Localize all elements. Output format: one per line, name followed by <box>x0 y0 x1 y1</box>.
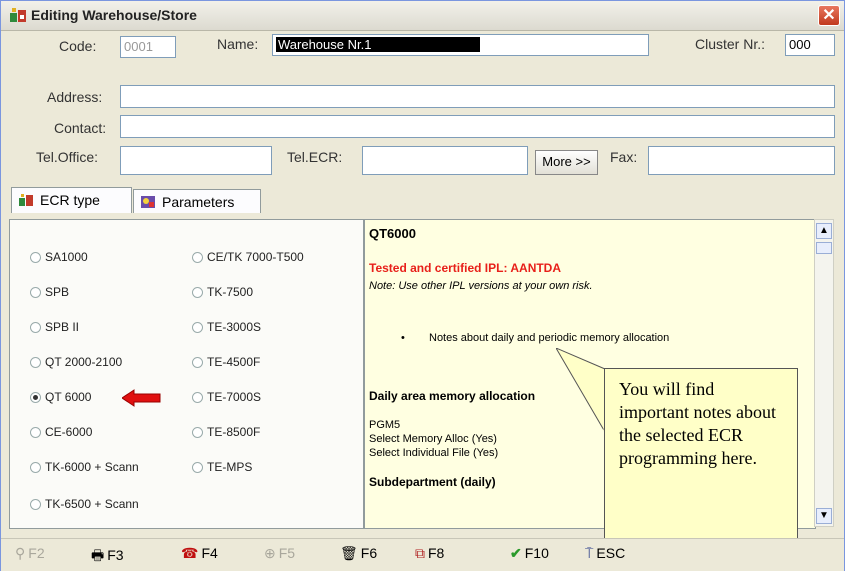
notes-bullet-icon: • <box>401 332 405 344</box>
cluster-label: Cluster Nr.: <box>695 36 766 52</box>
trash-icon: 🗑 <box>340 545 358 561</box>
esc-button[interactable]: ⍑ ESC <box>585 545 625 562</box>
tel-ecr-field[interactable] <box>362 146 528 175</box>
phone-icon: ☎ <box>181 545 199 561</box>
tel-ecr-label: Tel.ECR: <box>287 149 343 165</box>
f6-button[interactable]: 🗑 F6 <box>340 545 377 562</box>
name-field[interactable]: Warehouse Nr.1 <box>272 34 649 56</box>
tab-parameters-label: Parameters <box>162 194 235 210</box>
zoom-icon: ⊕ <box>264 545 276 561</box>
parameters-icon <box>141 196 155 208</box>
f3-button[interactable]: 🖶 F3 <box>91 545 124 569</box>
tel-office-field[interactable] <box>120 146 272 175</box>
f8-button[interactable]: ⧉ F8 <box>415 545 444 562</box>
ecr-type-panel: SA1000 SPB SPB II QT 2000-2100 QT 6000 C… <box>9 219 364 529</box>
contact-label: Contact: <box>54 120 107 136</box>
f2-button[interactable]: ⚲ F2 <box>15 545 45 562</box>
contact-field[interactable] <box>120 115 835 138</box>
notes-warning: Note: Use other IPL versions at your own… <box>369 280 593 292</box>
notes-line-individual-file: Select Individual File (Yes) <box>369 447 499 459</box>
scroll-down-icon[interactable]: ▼ <box>816 508 832 524</box>
code-label: Code: <box>59 38 97 54</box>
tab-parameters[interactable]: Parameters <box>133 189 261 213</box>
address-label: Address: <box>47 89 103 105</box>
warehouse-app-icon <box>10 8 26 22</box>
cluster-field[interactable]: 000 <box>785 34 835 56</box>
fax-label: Fax: <box>610 149 638 165</box>
tel-office-label: Tel.Office: <box>36 149 98 165</box>
info-callout: You will find important notes about the … <box>604 368 798 546</box>
scroll-up-icon[interactable]: ▲ <box>816 223 832 239</box>
close-button[interactable]: ✕ <box>818 5 840 26</box>
checkmark-icon: ✔ <box>510 545 522 561</box>
printer-icon: 🖶 <box>91 547 105 563</box>
bottom-toolbar: ⚲ F2 🖶 F3 ☎ F4 ⊕ F5 🗑 F6 ⧉ F8 ✔ F10 ⍑ ESC <box>1 538 844 571</box>
notes-certified-ipl: Tested and certified IPL: AANTDA <box>369 261 562 275</box>
notes-line-memory-alloc: Select Memory Alloc (Yes) <box>369 433 497 445</box>
notes-scrollbar[interactable]: ▲ ▼ <box>814 219 834 527</box>
code-field[interactable]: 0001 <box>120 36 176 58</box>
copy-icon: ⧉ <box>415 545 425 561</box>
notes-line-pgm5: PGM5 <box>369 419 401 431</box>
name-label: Name: <box>217 36 259 52</box>
notes-daily-heading: Daily area memory allocation <box>369 389 536 403</box>
fax-field[interactable] <box>648 146 835 175</box>
tab-ecr-type[interactable]: ECR type <box>11 187 132 213</box>
f4-button[interactable]: ☎ F4 <box>181 545 218 562</box>
ecr-icon <box>19 194 33 206</box>
notes-subdepartment: Subdepartment (daily) <box>369 475 496 489</box>
f5-button[interactable]: ⊕ F5 <box>264 545 295 562</box>
name-value: Warehouse Nr.1 <box>276 37 480 52</box>
red-arrow-icon <box>122 389 161 407</box>
title-bar: Editing Warehouse/Store ✕ <box>1 1 844 31</box>
notes-bullet-text: Notes about daily and periodic memory al… <box>429 332 670 344</box>
address-field[interactable] <box>120 85 835 108</box>
notes-heading: QT6000 <box>369 226 416 241</box>
window-title: Editing Warehouse/Store <box>31 7 197 23</box>
more-button[interactable]: More >> <box>535 150 598 175</box>
close-icon: ✕ <box>822 7 836 24</box>
exit-icon: ⍑ <box>585 545 594 561</box>
key-icon: ⚲ <box>15 545 26 561</box>
tab-ecr-type-label: ECR type <box>40 192 100 208</box>
f10-button[interactable]: ✔ F10 <box>510 545 549 562</box>
editing-warehouse-window: Editing Warehouse/Store ✕ Code: 0001 Nam… <box>0 0 845 571</box>
scroll-thumb[interactable] <box>816 242 832 254</box>
